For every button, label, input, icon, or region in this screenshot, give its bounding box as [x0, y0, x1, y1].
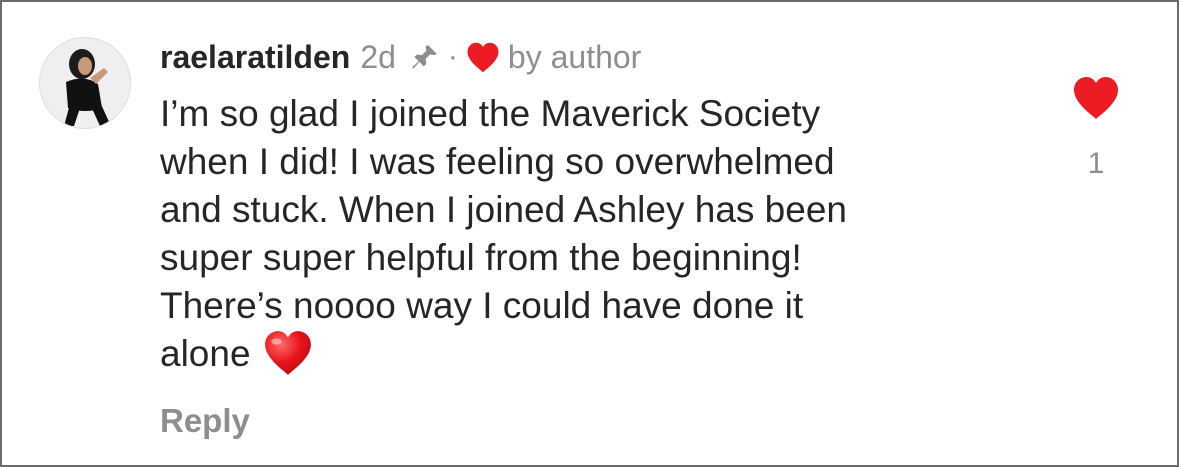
comment-card: raelaratilden 2d · by author I’m so glad… — [0, 0, 1179, 467]
like-count[interactable]: 1 — [1072, 147, 1120, 181]
timestamp: 2d — [360, 38, 396, 75]
by-author-label: by author — [507, 38, 642, 75]
comment-line: I’m so glad I joined the Maverick Societ… — [160, 93, 821, 134]
reply-button[interactable]: Reply — [160, 402, 250, 440]
comment-line: super super helpful from the beginning! — [160, 237, 802, 278]
avatar[interactable] — [39, 37, 131, 129]
comment-line: alone — [160, 333, 251, 374]
comment-line: and stuck. When I joined Ashley has been — [160, 189, 847, 230]
pin-icon — [410, 42, 440, 72]
comment-text: I’m so glad I joined the Maverick Societ… — [160, 90, 1020, 388]
avatar-image — [40, 38, 130, 128]
heart-icon — [1074, 77, 1118, 119]
comment-line: There’s noooo way I could have done it — [160, 285, 804, 326]
red-heart-emoji-icon — [263, 330, 313, 388]
heart-icon — [466, 42, 500, 73]
comment-header: raelaratilden 2d · by author — [160, 36, 641, 78]
comment-line: when I did! I was feeling so overwhelmed — [160, 141, 835, 182]
separator-dot: · — [447, 40, 458, 73]
comment-last-line: alone — [160, 330, 1020, 388]
like-button[interactable] — [1072, 76, 1120, 120]
username-link[interactable]: raelaratilden — [160, 39, 350, 76]
